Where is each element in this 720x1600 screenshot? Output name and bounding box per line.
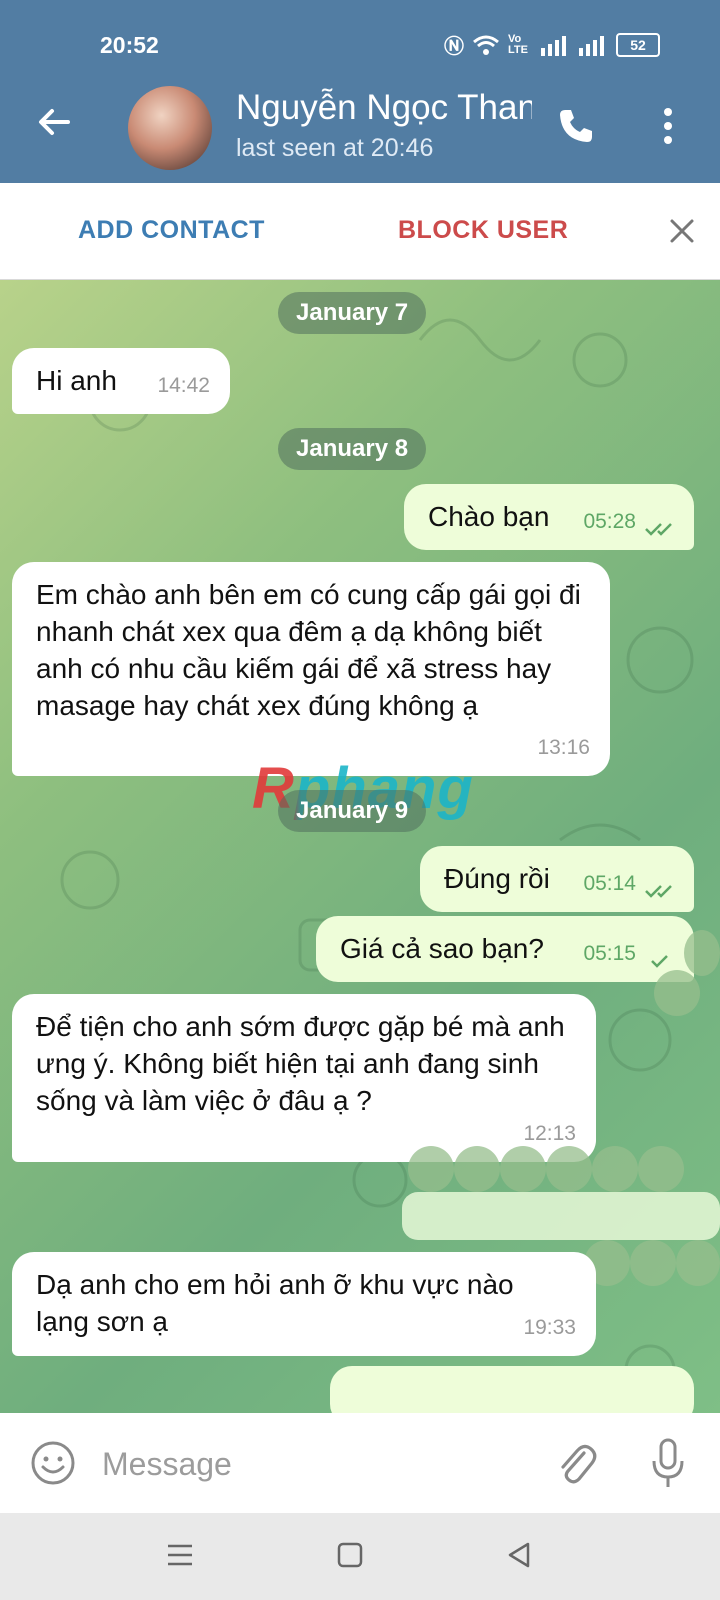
chat-header: 20:52 Ⓝ Vo LTE 52 Nguyễn Ngọc Thanh last… <box>0 0 720 183</box>
close-icon[interactable] <box>668 217 696 245</box>
nfc-icon: Ⓝ <box>444 36 464 58</box>
battery-indicator: 52 <box>616 32 660 57</box>
volte-label: Vo LTE <box>508 32 528 56</box>
double-check-icon <box>645 523 672 536</box>
date-separator: January 8 <box>278 428 427 470</box>
chat-history[interactable]: January 7 Hi anh 14:42 January 8 Chào bạ… <box>0 280 720 1413</box>
arrow-left-icon[interactable] <box>36 104 72 140</box>
message-text: Dạ anh cho em hỏi anh ỡ khu vực nào lạng… <box>36 1269 514 1337</box>
paperclip-icon[interactable] <box>554 1439 598 1487</box>
message-time: 13:16 <box>537 736 590 759</box>
message-input[interactable] <box>100 1441 524 1487</box>
message-composer <box>0 1413 720 1513</box>
emoji-icon[interactable] <box>30 1440 76 1486</box>
message-bubble[interactable]: Dạ anh cho em hỏi anh ỡ khu vực nào lạng… <box>12 1252 596 1356</box>
message-bubble[interactable]: Đúng rồi 05:14 <box>420 846 694 912</box>
message-time: 14:42 <box>157 374 210 397</box>
double-check-icon <box>645 885 672 898</box>
message-text: Đúng rồi <box>444 863 550 894</box>
message-bubble[interactable]: Hi anh 14:42 <box>12 348 230 414</box>
signal-icon-2 <box>579 35 604 56</box>
square-icon[interactable] <box>334 1539 366 1571</box>
microphone-icon[interactable] <box>650 1437 686 1489</box>
message-bubble[interactable]: Em chào anh bên em có cung cấp gái gọi đ… <box>12 562 610 776</box>
message-bubble[interactable]: Chào bạn 05:28 <box>404 484 694 550</box>
date-separator: January 7 <box>278 292 427 334</box>
signal-icon <box>541 35 566 56</box>
block-user-button[interactable]: BLOCK USER <box>398 216 568 245</box>
contact-name[interactable]: Nguyễn Ngọc Thanh <box>236 88 532 128</box>
message-text: Giá cả sao bạn? <box>340 933 544 964</box>
add-contact-button[interactable]: ADD CONTACT <box>78 216 265 245</box>
message-text: Em chào anh bên em có cung cấp gái gọi đ… <box>36 579 581 721</box>
last-seen-status: last seen at 20:46 <box>236 134 434 162</box>
phone-icon[interactable] <box>556 106 596 146</box>
message-text: Để tiện cho anh sớm được gặp bé mà anh ư… <box>36 1011 565 1116</box>
message-bubble[interactable]: Giá cả sao bạn? 05:15 <box>316 916 694 982</box>
date-separator: January 9 <box>278 790 427 832</box>
more-vertical-icon[interactable] <box>660 106 676 146</box>
message-time: 05:15 <box>583 942 636 965</box>
message-text: Hi anh <box>36 365 117 396</box>
system-navigation-bar <box>0 1513 720 1600</box>
contact-action-bar: ADD CONTACT BLOCK USER <box>0 183 720 280</box>
check-icon <box>651 955 668 968</box>
status-icons: Ⓝ Vo LTE 52 <box>444 30 660 59</box>
message-time: 05:14 <box>583 872 636 895</box>
message-time: 19:33 <box>523 1316 576 1339</box>
menu-lines-icon[interactable] <box>164 1539 196 1571</box>
avatar[interactable] <box>128 86 212 170</box>
triangle-back-icon[interactable] <box>504 1539 536 1571</box>
status-time: 20:52 <box>100 32 159 58</box>
message-text: Chào bạn <box>428 501 550 532</box>
message-time: 05:28 <box>583 510 636 533</box>
wifi-icon <box>473 35 499 55</box>
partial-message-bubble[interactable] <box>330 1366 694 1413</box>
message-bubble[interactable]: Để tiện cho anh sớm được gặp bé mà anh ư… <box>12 994 596 1162</box>
